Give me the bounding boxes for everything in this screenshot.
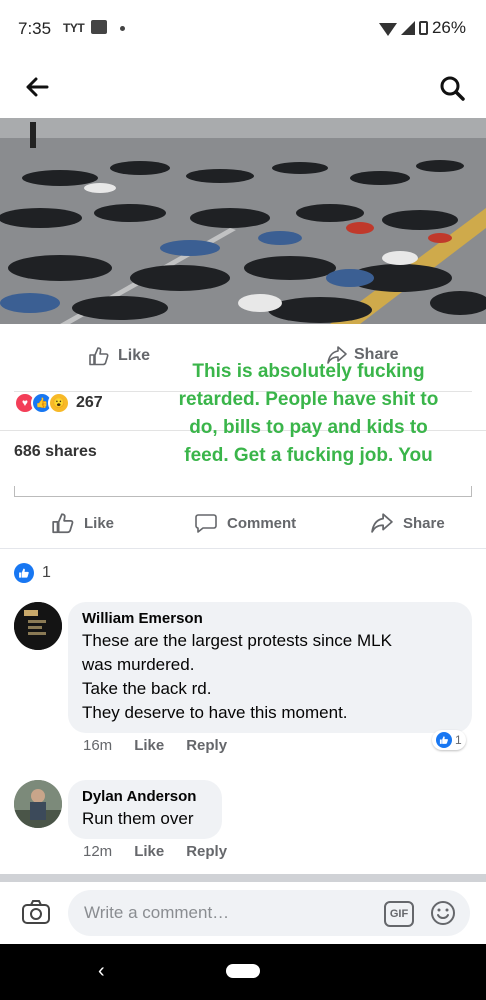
avatar[interactable] xyxy=(14,602,62,650)
share-arrow-icon xyxy=(371,513,393,533)
nav-back-button[interactable]: ‹ xyxy=(98,960,105,983)
comment-reply-button[interactable]: Reply xyxy=(186,843,227,860)
comment-input-placeholder: Write a comment… xyxy=(84,903,230,922)
back-arrow-icon[interactable] xyxy=(22,72,52,102)
thumbs-up-icon xyxy=(52,513,74,534)
inner-like-label: Like xyxy=(118,347,151,364)
comment-bubble[interactable]: William Emerson These are the largest pr… xyxy=(68,602,472,733)
divider xyxy=(0,874,486,882)
status-bar: 7:35 TYT 26% xyxy=(0,0,486,58)
inner-shares-count: 686 shares xyxy=(14,443,97,460)
wow-reaction-icon: 😮 xyxy=(48,392,70,414)
avatar[interactable] xyxy=(14,780,62,828)
share-button[interactable]: Share xyxy=(369,505,445,541)
comment-meta: 12m Like Reply xyxy=(83,843,227,860)
system-indicators: 26% xyxy=(378,18,466,38)
status-time: 7:35 xyxy=(18,19,52,38)
system-nav-bar: ‹ xyxy=(0,944,486,1000)
inner-reactions: ♥ 👍 😮 267 xyxy=(14,392,103,414)
comment-reply-button[interactable]: Reply xyxy=(186,737,227,754)
comment-line: Take the back rd. xyxy=(82,679,212,698)
comment-meta: 16m Like Reply xyxy=(83,737,227,754)
like-count: 1 xyxy=(42,564,51,581)
comment-like-button[interactable]: Like xyxy=(134,843,164,860)
more-notifications-dot-icon xyxy=(120,26,125,31)
overlay-caption: This is absolutely fucking retarded. Peo… xyxy=(178,361,439,466)
app-bar xyxy=(0,58,486,118)
comment-line: Run them over xyxy=(82,809,194,828)
post-like-count[interactable]: 1 xyxy=(14,563,51,583)
inner-reaction-count: 267 xyxy=(76,394,103,411)
app-notification-badge: TYT xyxy=(63,21,85,35)
wifi-icon xyxy=(378,22,397,36)
battery-icon xyxy=(418,21,428,35)
battery-percent: 26% xyxy=(431,18,466,37)
screenshot-border xyxy=(14,486,15,496)
comment-like-button[interactable]: Like xyxy=(134,737,164,754)
screenshot-border xyxy=(471,486,472,496)
nav-home-button[interactable] xyxy=(226,964,260,978)
signal-icon xyxy=(400,21,415,35)
comment-button[interactable]: Comment xyxy=(193,505,296,541)
comment-bubble[interactable]: Dylan Anderson Run them over xyxy=(68,780,222,839)
comment-timestamp: 12m xyxy=(83,843,113,860)
emoji-icon[interactable] xyxy=(430,900,456,926)
gif-button[interactable]: GIF xyxy=(384,901,414,927)
commenter-name[interactable]: Dylan Anderson xyxy=(82,788,208,805)
like-button[interactable]: Like xyxy=(50,505,114,541)
screenshot-border xyxy=(14,496,472,497)
comment-bubble-icon xyxy=(195,514,217,533)
search-icon[interactable] xyxy=(436,72,468,104)
comment-line: These are the largest protests since MLK xyxy=(82,631,392,650)
inner-like-button: Like xyxy=(88,345,150,367)
share-label: Share xyxy=(403,514,445,532)
messenger-notification-icon xyxy=(91,20,107,34)
post-actions: Like Comment Share xyxy=(0,505,486,545)
comment-line: They deserve to have this moment. xyxy=(82,703,348,722)
like-reaction-icon xyxy=(14,563,34,583)
commenter-name[interactable]: William Emerson xyxy=(82,610,458,627)
comment-label: Comment xyxy=(227,514,297,532)
comment-timestamp: 16m xyxy=(83,737,113,754)
divider xyxy=(0,548,486,549)
comment-reaction-badge[interactable]: 1 xyxy=(432,730,466,750)
comment-line: was murdered. xyxy=(82,655,195,674)
like-label: Like xyxy=(84,514,115,532)
comment-input[interactable]: Write a comment… GIF xyxy=(68,890,470,936)
thumbs-up-icon xyxy=(89,347,109,366)
comment-composer: Write a comment… GIF xyxy=(0,882,486,944)
camera-icon[interactable] xyxy=(20,896,52,928)
protest-photo[interactable] xyxy=(0,118,486,324)
like-reaction-icon xyxy=(436,732,452,748)
comment-reaction-count: 1 xyxy=(455,733,462,747)
